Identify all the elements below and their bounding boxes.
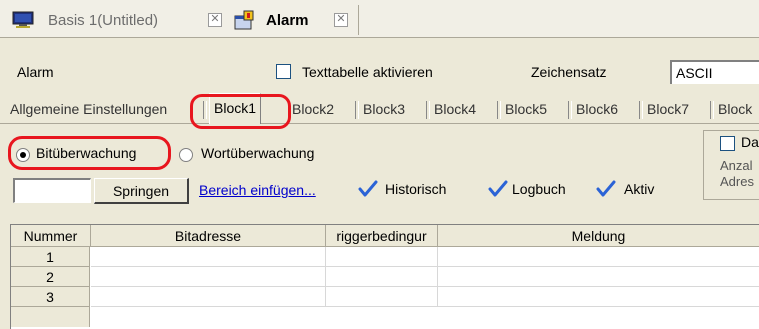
row-number[interactable]: 1 bbox=[11, 247, 90, 267]
tab-separator bbox=[710, 101, 714, 119]
row-number[interactable]: 3 bbox=[11, 287, 90, 307]
alarm-label: Alarm bbox=[17, 64, 54, 80]
alarm-table: Nummer Bitadresse riggerbedingur Meldung… bbox=[10, 224, 759, 329]
active-label: Aktiv bbox=[624, 181, 655, 197]
bit-monitoring-radio[interactable] bbox=[16, 148, 30, 162]
tabstrip-border bbox=[0, 37, 759, 38]
text-table-checkbox[interactable] bbox=[276, 64, 291, 79]
logbook-label: Logbuch bbox=[512, 181, 566, 197]
side-group-title: Da bbox=[741, 134, 759, 150]
word-monitoring-label: Wortüberwachung bbox=[201, 145, 315, 161]
charset-field[interactable]: ASCII bbox=[670, 60, 759, 84]
column-header-trigger[interactable]: riggerbedingur bbox=[326, 225, 438, 247]
document-tab-strip: Basis 1(Untitled) ✕ Alarm ✕ bbox=[0, 0, 759, 38]
tab-separator bbox=[355, 101, 359, 119]
monitor-screen-icon bbox=[12, 11, 34, 28]
message-cell[interactable] bbox=[438, 267, 759, 287]
historical-label: Historisch bbox=[385, 181, 447, 197]
tab-separator bbox=[203, 101, 207, 119]
checkmark-icon[interactable] bbox=[596, 180, 616, 198]
row-number-partial bbox=[11, 307, 90, 327]
tab-block1[interactable]: Block1 bbox=[209, 93, 262, 124]
column-header-number[interactable]: Nummer bbox=[11, 225, 91, 247]
bitaddress-cell[interactable] bbox=[91, 267, 326, 287]
bitaddress-cell[interactable] bbox=[91, 287, 326, 307]
doc-tab-alarm[interactable]: Alarm bbox=[234, 4, 309, 36]
bit-monitoring-label: Bitüberwachung bbox=[36, 145, 137, 161]
side-group-line1: Anzal bbox=[720, 158, 753, 173]
trigger-cell[interactable] bbox=[326, 247, 438, 267]
tab-block5[interactable]: Block5 bbox=[505, 96, 547, 123]
row-number[interactable]: 2 bbox=[11, 267, 90, 287]
tab-divider bbox=[358, 5, 359, 35]
doc-tab-basis[interactable]: Basis 1(Untitled) bbox=[12, 4, 158, 36]
tab-separator bbox=[568, 101, 572, 119]
charset-label: Zeichensatz bbox=[531, 64, 607, 80]
tab-block8[interactable]: Block bbox=[718, 96, 752, 123]
tab-separator bbox=[497, 101, 501, 119]
text-table-label: Texttabelle aktivieren bbox=[302, 64, 433, 80]
tab-block6[interactable]: Block6 bbox=[576, 96, 618, 123]
tab-separator bbox=[639, 101, 643, 119]
tab-block2[interactable]: Block2 bbox=[292, 96, 334, 123]
doc-tab-basis-label: Basis 1(Untitled) bbox=[48, 11, 159, 29]
block-tab-baseline bbox=[0, 123, 759, 124]
close-icon[interactable]: ✕ bbox=[208, 13, 222, 27]
trigger-cell[interactable] bbox=[326, 267, 438, 287]
doc-tab-alarm-label: Alarm bbox=[266, 11, 309, 29]
block-tab-row: Allgemeine Einstellungen Block1 Block2 B… bbox=[0, 93, 759, 124]
alarm-window-icon bbox=[234, 10, 254, 30]
side-group-checkbox[interactable] bbox=[720, 136, 735, 151]
tab-block3[interactable]: Block3 bbox=[363, 96, 405, 123]
message-cell[interactable] bbox=[438, 247, 759, 267]
message-cell[interactable] bbox=[438, 287, 759, 307]
tab-block4[interactable]: Block4 bbox=[434, 96, 476, 123]
jump-button[interactable]: Springen bbox=[94, 178, 189, 204]
checkmark-icon[interactable] bbox=[358, 180, 378, 198]
insert-range-link[interactable]: Bereich einfügen... bbox=[199, 182, 316, 198]
column-header-bitaddress[interactable]: Bitadresse bbox=[91, 225, 326, 247]
checkmark-icon[interactable] bbox=[488, 180, 508, 198]
close-icon[interactable]: ✕ bbox=[334, 13, 348, 27]
tab-separator bbox=[426, 101, 430, 119]
tab-general-settings[interactable]: Allgemeine Einstellungen bbox=[10, 96, 167, 123]
word-monitoring-radio[interactable] bbox=[179, 148, 193, 162]
column-header-message[interactable]: Meldung bbox=[438, 225, 759, 247]
tab-block7[interactable]: Block7 bbox=[647, 96, 689, 123]
trigger-cell[interactable] bbox=[326, 287, 438, 307]
bitaddress-cell[interactable] bbox=[91, 247, 326, 267]
side-group-line2: Adres bbox=[720, 174, 754, 189]
jump-number-input[interactable] bbox=[13, 178, 91, 203]
